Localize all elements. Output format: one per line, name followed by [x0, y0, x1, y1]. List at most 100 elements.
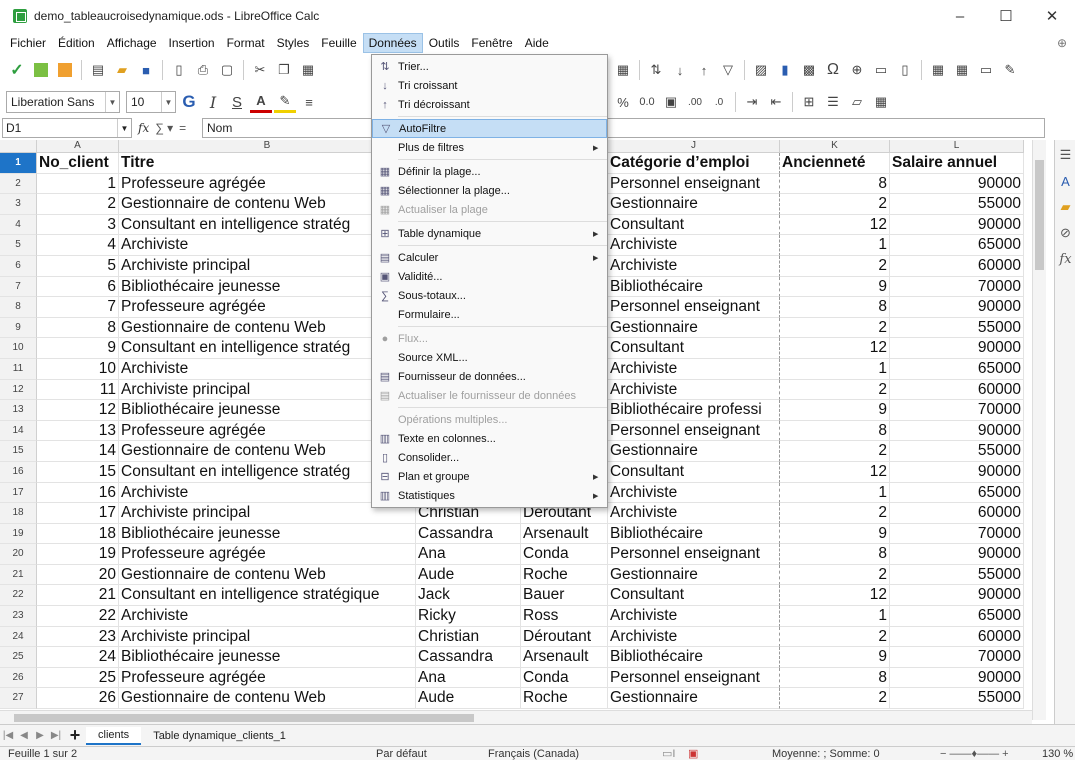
cell-j[interactable]: Gestionnaire [608, 194, 780, 215]
cell-b[interactable]: Archiviste principal [119, 626, 416, 648]
cell-i[interactable]: Déroutant [521, 626, 608, 648]
menu-item-1[interactable]: ⇅ Trier... [372, 57, 607, 76]
row-header[interactable]: 10 [0, 338, 37, 359]
cell-k[interactable]: 2 [780, 564, 890, 586]
cell-b[interactable]: Bibliothécaire jeunesse [119, 523, 416, 545]
row-header[interactable]: 27 [0, 688, 37, 710]
cell-l[interactable]: 60000 [890, 626, 1024, 648]
draw-icon[interactable]: ✎ [999, 59, 1021, 81]
cell-k[interactable]: 2 [780, 441, 890, 462]
delete-decimal-icon[interactable]: .0 [708, 91, 730, 113]
cell-l[interactable]: 90000 [890, 461, 1024, 483]
cell-a[interactable]: 26 [37, 688, 119, 710]
menu-6[interactable]: Styles [271, 33, 316, 53]
cell-l[interactable]: 65000 [890, 235, 1024, 256]
menu-item-4[interactable]: ▽ AutoFiltre [372, 119, 607, 138]
cell-j[interactable]: Gestionnaire [608, 564, 780, 586]
row-header[interactable]: 15 [0, 441, 37, 462]
cell-j[interactable]: Gestionnaire [608, 317, 780, 339]
row-header[interactable]: 19 [0, 523, 37, 545]
cell-l[interactable]: 65000 [890, 606, 1024, 627]
cell-l[interactable]: 90000 [890, 173, 1024, 195]
cell-a[interactable]: 7 [37, 297, 119, 318]
cell-l[interactable]: 70000 [890, 523, 1024, 545]
cell-j[interactable]: Personnel enseignant [608, 544, 780, 565]
menu-2[interactable]: Édition [52, 33, 101, 53]
row-header[interactable]: 24 [0, 626, 37, 648]
functions-icon[interactable]: fx [1055, 248, 1075, 270]
cell-b[interactable]: Archiviste [119, 606, 416, 627]
scroll-thumb[interactable] [1035, 160, 1044, 270]
menu-item-11[interactable]: ▣ Validité... [372, 267, 607, 286]
cell-k[interactable]: 2 [780, 194, 890, 215]
row-header[interactable]: 18 [0, 503, 37, 524]
menu-item-6[interactable]: ▦ Définir la plage... [372, 162, 607, 181]
menu-1[interactable]: Fichier [4, 33, 52, 53]
row-header[interactable]: 7 [0, 276, 37, 298]
cell-a[interactable]: 6 [37, 276, 119, 298]
menu-item-19[interactable]: ▥ Texte en colonnes... [372, 429, 607, 448]
cell-k[interactable]: 8 [780, 420, 890, 442]
cell-a[interactable]: 3 [37, 214, 119, 236]
cell-l1[interactable]: Salaire annuel [890, 153, 1024, 174]
chevron-down-icon[interactable]: ▼ [105, 92, 119, 112]
row-header[interactable]: 13 [0, 400, 37, 421]
row-header[interactable]: 20 [0, 544, 37, 565]
cell-k[interactable]: 9 [780, 647, 890, 668]
cell-l[interactable]: 90000 [890, 585, 1024, 607]
cell-k[interactable]: 8 [780, 667, 890, 689]
document-modified-icon[interactable]: ▣ [688, 747, 698, 760]
menu-item-22[interactable]: ▥ Statistiques ▶ [372, 486, 607, 505]
maximize-button[interactable]: ☐ [983, 0, 1029, 32]
menu-item-2[interactable]: ↓ Tri croissant [372, 76, 607, 95]
previous-sheet-icon[interactable]: ◀ [16, 730, 32, 741]
menu-3[interactable]: Affichage [101, 33, 163, 53]
checkmark-icon[interactable]: ✓ [6, 59, 28, 81]
font-size-combo[interactable]: 10 ▼ [126, 91, 176, 113]
cell-a[interactable]: 24 [37, 647, 119, 668]
cell-j[interactable]: Gestionnaire [608, 441, 780, 462]
sheet-tab-clients[interactable]: clients [86, 726, 142, 745]
cell-l[interactable]: 60000 [890, 255, 1024, 277]
cell-j[interactable]: Archiviste [608, 379, 780, 401]
horizontal-scrollbar[interactable] [0, 710, 1032, 724]
cell-k[interactable]: 2 [780, 317, 890, 339]
column-header-a[interactable]: A [37, 140, 119, 153]
paste-icon[interactable]: ▦ [297, 59, 319, 81]
border-style-icon[interactable]: ☰ [822, 91, 844, 113]
column-header-j[interactable]: J [608, 140, 780, 153]
globe-icon[interactable]: ⊕ [1057, 36, 1067, 50]
cell-b[interactable]: Gestionnaire de contenu Web [119, 688, 416, 710]
last-sheet-icon[interactable]: ▶| [48, 730, 64, 741]
cell-l[interactable]: 90000 [890, 544, 1024, 565]
row-header[interactable]: 26 [0, 667, 37, 689]
open-folder-icon[interactable]: ▰ [111, 59, 133, 81]
row-header[interactable]: 14 [0, 420, 37, 442]
row-header[interactable]: 21 [0, 564, 37, 586]
row-header[interactable]: 2 [0, 173, 37, 195]
insert-chart-icon[interactable]: ▮ [774, 59, 796, 81]
copy-icon[interactable]: ❐ [273, 59, 295, 81]
name-box[interactable]: D1 ▼ [2, 118, 132, 138]
cell-l[interactable]: 55000 [890, 441, 1024, 462]
close-button[interactable]: ✕ [1029, 0, 1075, 32]
cell-l[interactable]: 70000 [890, 276, 1024, 298]
underline-icon[interactable]: S [226, 91, 248, 113]
row-header[interactable]: 6 [0, 255, 37, 277]
print-icon[interactable]: ⎙ [192, 59, 214, 81]
properties-icon[interactable]: ☰ [1055, 144, 1075, 166]
cell-b[interactable]: Professeure agrégée [119, 667, 416, 689]
row-header[interactable]: 4 [0, 214, 37, 236]
cell-h[interactable]: Aude [416, 688, 521, 710]
menu-item-3[interactable]: ↑ Tri décroissant [372, 95, 607, 114]
cell-a[interactable]: 21 [37, 585, 119, 607]
pivot-table-icon[interactable]: ▩ [798, 59, 820, 81]
row-header[interactable]: 23 [0, 606, 37, 627]
cell-l[interactable]: 90000 [890, 214, 1024, 236]
cell-k[interactable]: 12 [780, 461, 890, 483]
save-icon[interactable]: ■ [135, 59, 157, 81]
menu-8[interactable]: Données [362, 33, 423, 53]
sort-ascending-icon[interactable]: ↓ [669, 59, 691, 81]
cell-k[interactable]: 9 [780, 276, 890, 298]
autofilter-icon[interactable]: ▽ [717, 59, 739, 81]
